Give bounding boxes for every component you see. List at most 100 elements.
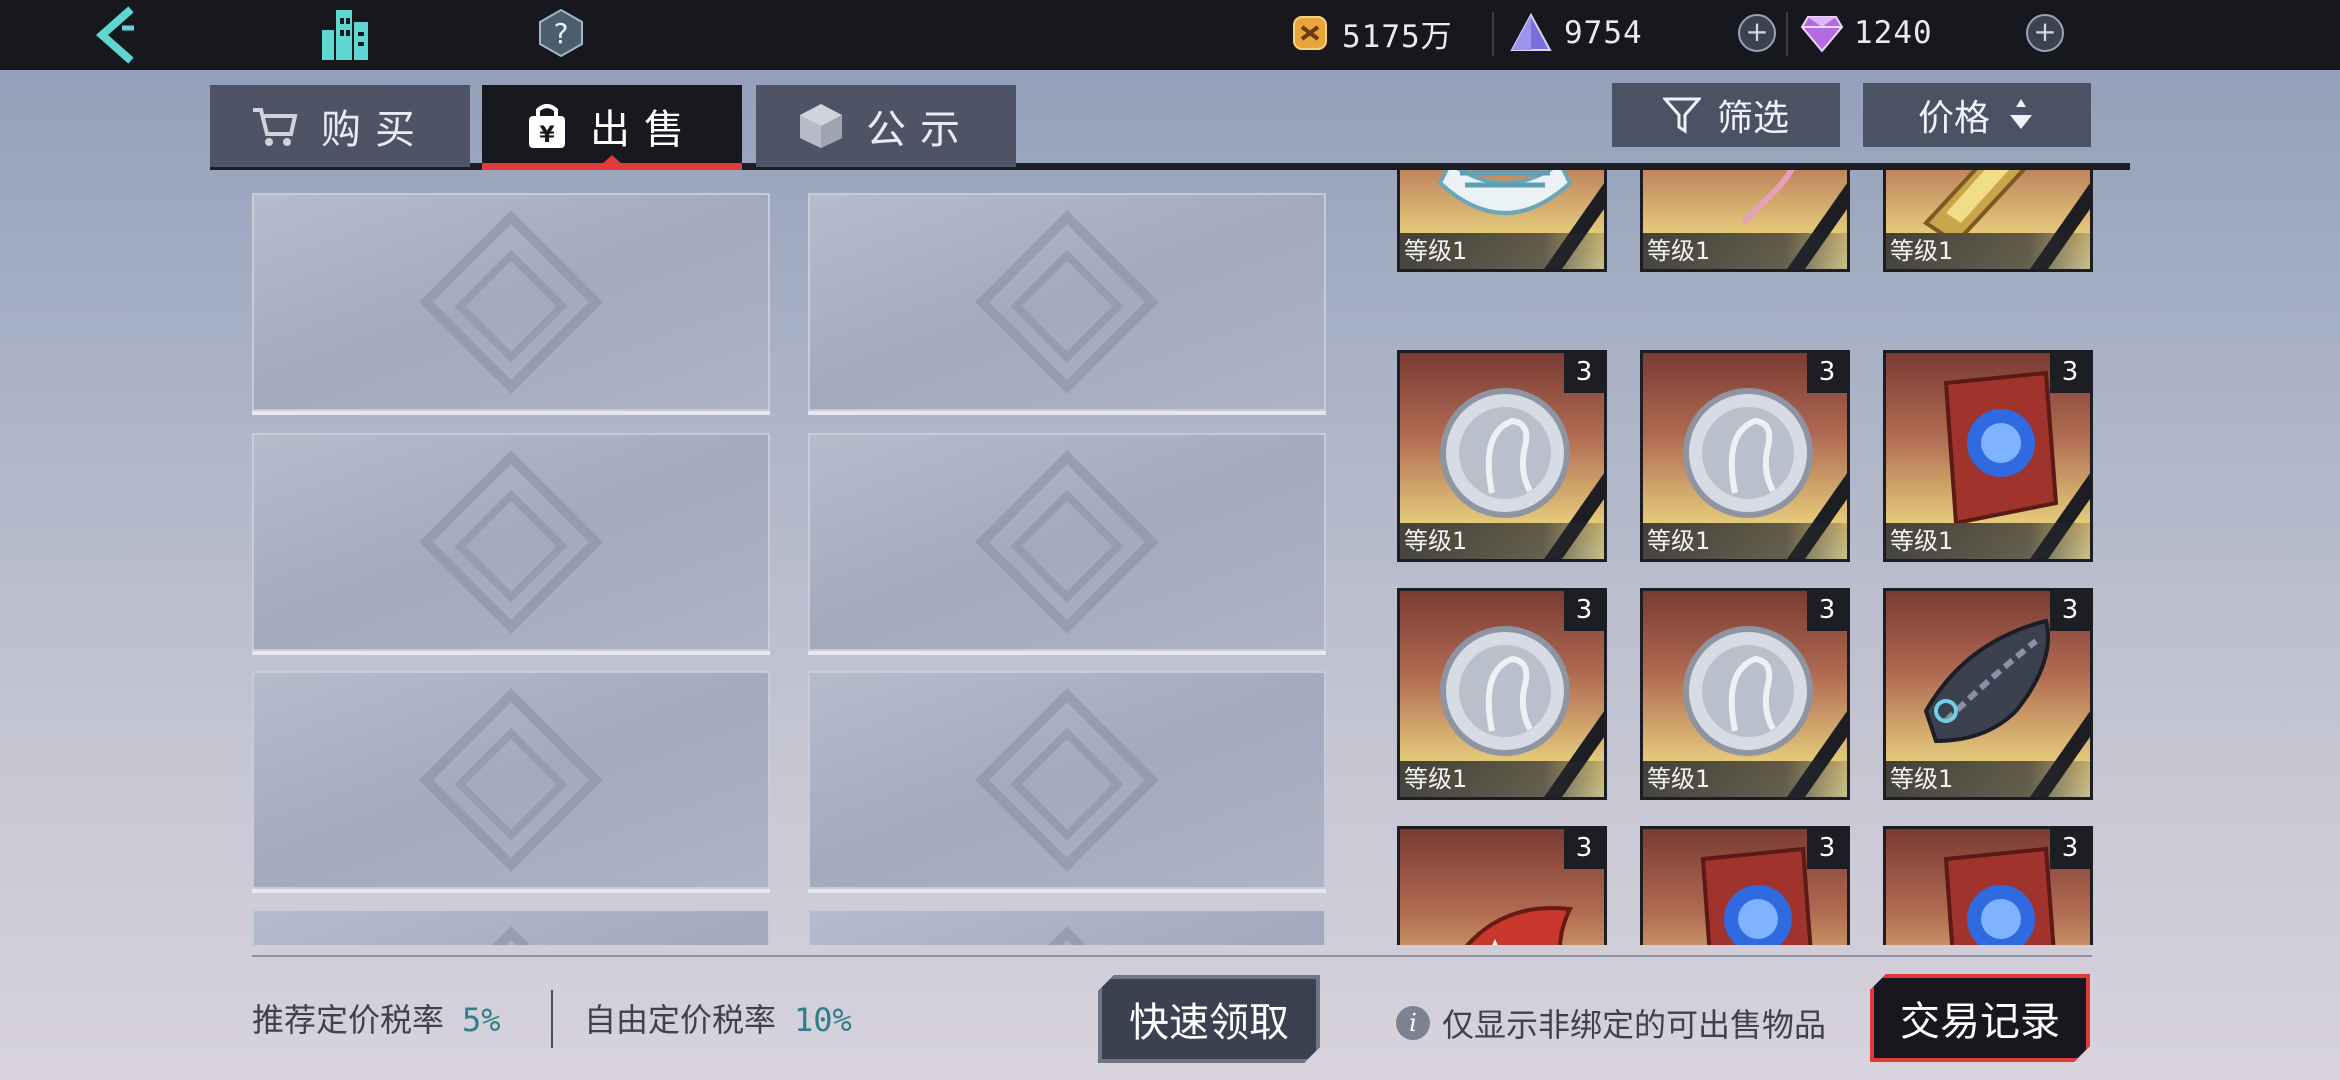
ruler-icon [1922, 170, 2027, 233]
inventory-item[interactable]: 3 [1640, 826, 1850, 945]
cart-icon [253, 108, 298, 146]
sort-arrow-icon [2010, 99, 2032, 129]
item-quantity: 3 [1807, 829, 1847, 869]
slot-emblem-icon [419, 688, 603, 872]
empty-sell-slot[interactable] [252, 671, 770, 889]
item-quantity: 3 [2050, 591, 2090, 631]
city-buildings-icon [322, 10, 368, 60]
active-tab-notch [601, 155, 623, 165]
tab-buy-label: 购买 [321, 107, 429, 153]
item-quantity: 3 [2050, 829, 2090, 869]
item-quantity: 3 [1564, 829, 1604, 869]
trade-record-label: 交易记录 [1900, 999, 2060, 1045]
recommended-tax: 推荐定价税率 5% [252, 995, 501, 1041]
inventory-item[interactable]: 3 等级1 [1883, 588, 2093, 800]
recommended-tax-label: 推荐定价税率 [252, 1001, 445, 1039]
question-mark-icon: ? [539, 8, 583, 58]
help-button[interactable]: ? [536, 8, 586, 58]
empty-sell-slot[interactable] [808, 671, 1326, 889]
empty-sell-slot[interactable] [252, 909, 770, 945]
add-gem-button[interactable]: + [2026, 14, 2064, 52]
sort-price-button[interactable]: 价格 [1863, 83, 2091, 147]
sellable-note-text: 仅显示非绑定的可出售物品 [1442, 1006, 1827, 1044]
gold-amount: 5175万 [1342, 18, 1453, 55]
item-level: 等级1 [1886, 761, 2090, 797]
inventory-item[interactable]: 3 等级1 [1397, 588, 1607, 800]
gold-currency: 5175万 [1290, 10, 1453, 56]
slot-emblem-icon [975, 450, 1159, 634]
empty-sell-slot[interactable] [808, 909, 1326, 945]
inventory-item[interactable]: 3 等级1 [1397, 350, 1607, 562]
back-arrow-icon [95, 6, 134, 64]
svg-text:?: ? [554, 17, 569, 50]
slot-emblem-icon [975, 926, 1159, 945]
divider [551, 990, 553, 1048]
sellable-note: i 仅显示非绑定的可出售物品 [1396, 1000, 1826, 1046]
add-crystal-button[interactable]: + [1738, 14, 1776, 52]
bikini-top-icon [1437, 170, 1573, 215]
svg-text:¥: ¥ [539, 123, 555, 148]
back-button[interactable] [88, 6, 148, 64]
cube-icon [800, 104, 842, 148]
recommended-tax-value: 5% [462, 1001, 501, 1039]
free-tax-value: 10% [794, 1001, 852, 1039]
crystal-currency: 9754 [1508, 10, 1643, 56]
free-tax-label: 自由定价税率 [584, 1001, 777, 1039]
inventory-item[interactable]: 3 [1883, 826, 2093, 945]
inventory-item[interactable]: 等级1 [1640, 170, 1850, 272]
item-quantity: 3 [2050, 353, 2090, 393]
inventory-item[interactable]: 3 等级1 [1640, 350, 1850, 562]
divider [1786, 12, 1788, 56]
item-quantity: 3 [1807, 353, 1847, 393]
empty-sell-slot[interactable] [808, 433, 1326, 651]
empty-sell-slot[interactable] [252, 193, 770, 411]
slot-emblem-icon [419, 450, 603, 634]
slot-emblem-icon [975, 210, 1159, 394]
item-level: 等级1 [1643, 761, 1847, 797]
empty-sell-slot[interactable] [808, 193, 1326, 411]
inventory-grid: 等级1 等级1 等级1 3 等级1 3 等级1 3 等级1 3 等级1 3 等级… [1395, 170, 2095, 945]
gem-amount: 1240 [1854, 15, 1933, 51]
crystal-amount: 9754 [1564, 15, 1643, 51]
empty-sell-slot[interactable] [252, 433, 770, 651]
item-level: 等级1 [1886, 523, 2090, 559]
filter-funnel-icon [1662, 97, 1701, 134]
info-icon: i [1396, 1006, 1430, 1040]
inventory-item[interactable]: 3 等级1 [1883, 350, 2093, 562]
item-quantity: 3 [1564, 591, 1604, 631]
item-level: 等级1 [1400, 233, 1604, 269]
item-quantity: 3 [1564, 353, 1604, 393]
item-level: 等级1 [1643, 233, 1847, 269]
tab-notice-label: 公示 [866, 107, 974, 153]
item-level: 等级1 [1400, 761, 1604, 797]
sell-slot-grid [252, 193, 1327, 945]
crystal-pyramid-icon [1510, 12, 1552, 51]
item-level: 等级1 [1400, 523, 1604, 559]
filter-button[interactable]: 筛选 [1612, 83, 1840, 147]
tab-buy[interactable]: 购买 [210, 85, 470, 167]
necklace-icon [1740, 170, 1795, 226]
footer-divider [252, 955, 2092, 957]
sort-label: 价格 [1917, 98, 1990, 139]
filter-label: 筛选 [1716, 98, 1789, 139]
free-tax: 自由定价税率 10% [584, 995, 852, 1041]
quick-claim-label: 快速领取 [1129, 1000, 1289, 1046]
inventory-item[interactable]: 等级1 [1883, 170, 2093, 272]
divider [1492, 12, 1494, 56]
city-button[interactable] [316, 4, 376, 64]
quick-claim-button[interactable]: 快速领取 [1098, 975, 1320, 1063]
tab-notice[interactable]: 公示 [756, 85, 1016, 167]
diamond-gem-icon [1800, 16, 1844, 53]
inventory-item[interactable]: 3 [1397, 826, 1607, 945]
tab-sell-label: 出售 [590, 107, 698, 153]
shopping-bag-yen-icon: ¥ [529, 104, 565, 148]
inventory-item[interactable]: 3 等级1 [1640, 588, 1850, 800]
slot-emblem-icon [419, 926, 603, 945]
item-level: 等级1 [1643, 523, 1847, 559]
top-bar: ? 5175万 9754 + 1240 + [0, 0, 2340, 70]
trade-record-button[interactable]: 交易记录 [1870, 974, 2090, 1062]
item-quantity: 3 [1807, 591, 1847, 631]
inventory-item[interactable]: 等级1 [1397, 170, 1607, 272]
gem-currency: 1240 [1800, 10, 1933, 56]
slot-emblem-icon [975, 688, 1159, 872]
